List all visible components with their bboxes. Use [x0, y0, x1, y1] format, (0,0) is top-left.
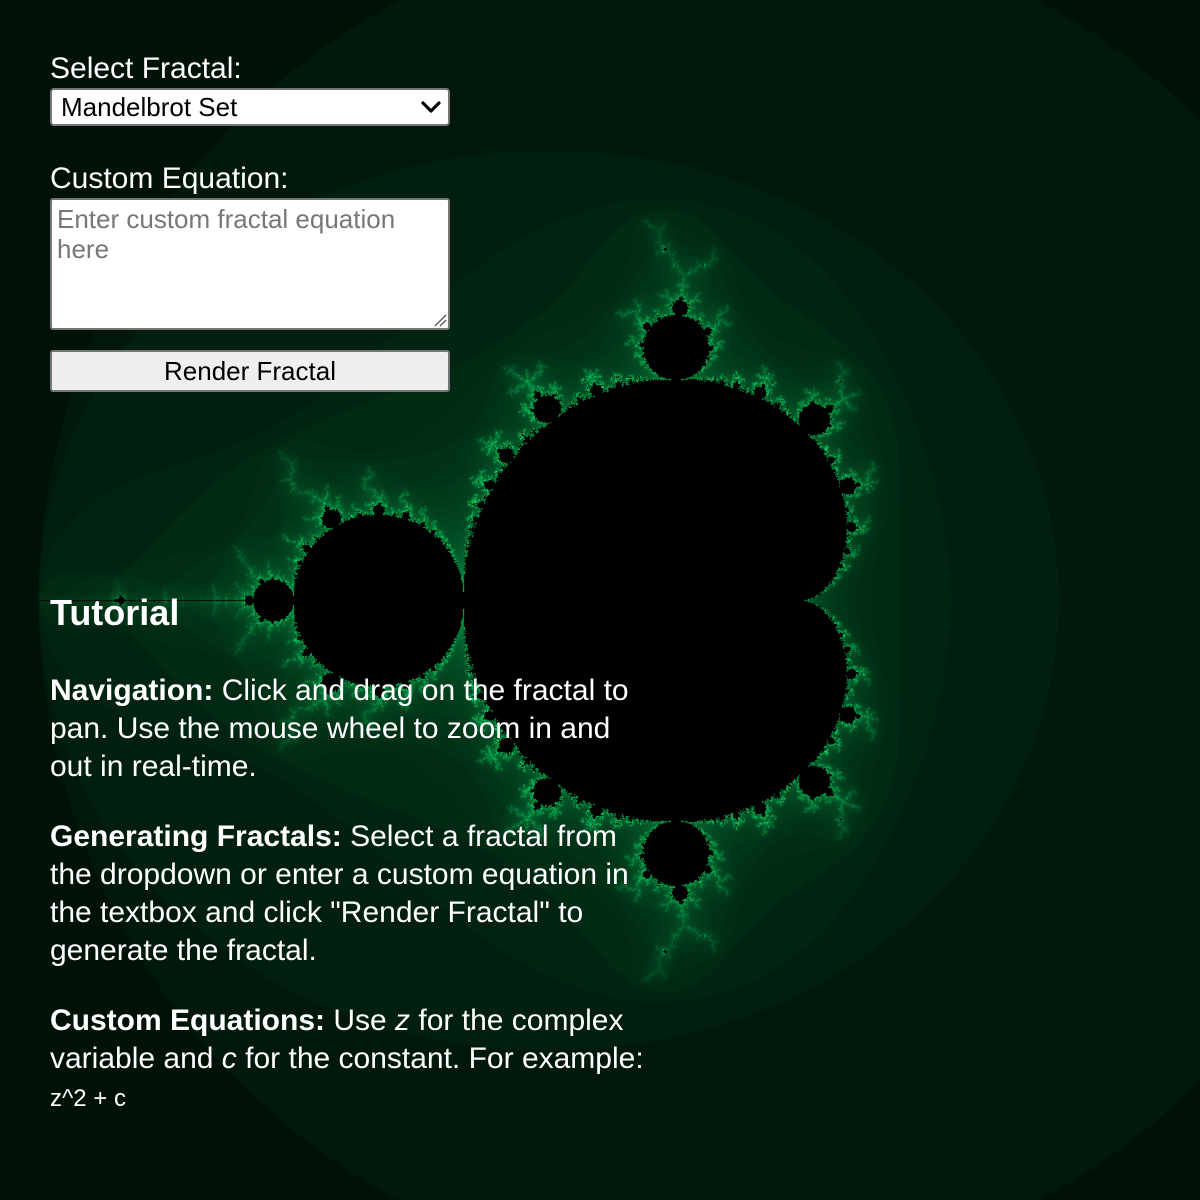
fractal-select[interactable]: Mandelbrot Set	[50, 88, 450, 126]
navigation-heading: Navigation:	[50, 674, 214, 707]
tutorial-section: Tutorial Navigation: Click and drag on t…	[50, 590, 660, 1150]
custom-text-3: for the constant. For example:	[245, 1042, 644, 1075]
tutorial-title: Tutorial	[50, 592, 180, 633]
tutorial-custom: Custom Equations: Use z for the complex …	[50, 1002, 660, 1118]
variable-z: z	[395, 1004, 411, 1037]
tutorial-navigation: Navigation: Click and drag on the fracta…	[50, 672, 660, 786]
select-fractal-label: Select Fractal:	[50, 52, 242, 85]
custom-equation-label: Custom Equation:	[50, 162, 289, 195]
controls-panel: Select Fractal: Mandelbrot Set Custom Eq…	[50, 50, 450, 392]
custom-heading: Custom Equations:	[50, 1004, 325, 1037]
generating-heading: Generating Fractals:	[50, 820, 342, 853]
custom-text-1: Use	[333, 1004, 387, 1037]
equation-input-wrapper	[50, 198, 450, 330]
example-equation: z^2 + c	[50, 1085, 126, 1112]
render-fractal-button[interactable]: Render Fractal	[50, 350, 450, 392]
variable-c: c	[221, 1042, 237, 1075]
tutorial-generating: Generating Fractals: Select a fractal fr…	[50, 818, 660, 970]
fractal-select-wrapper: Mandelbrot Set	[50, 88, 450, 126]
custom-equation-input[interactable]	[50, 198, 450, 330]
resize-handle-icon[interactable]	[433, 313, 447, 327]
